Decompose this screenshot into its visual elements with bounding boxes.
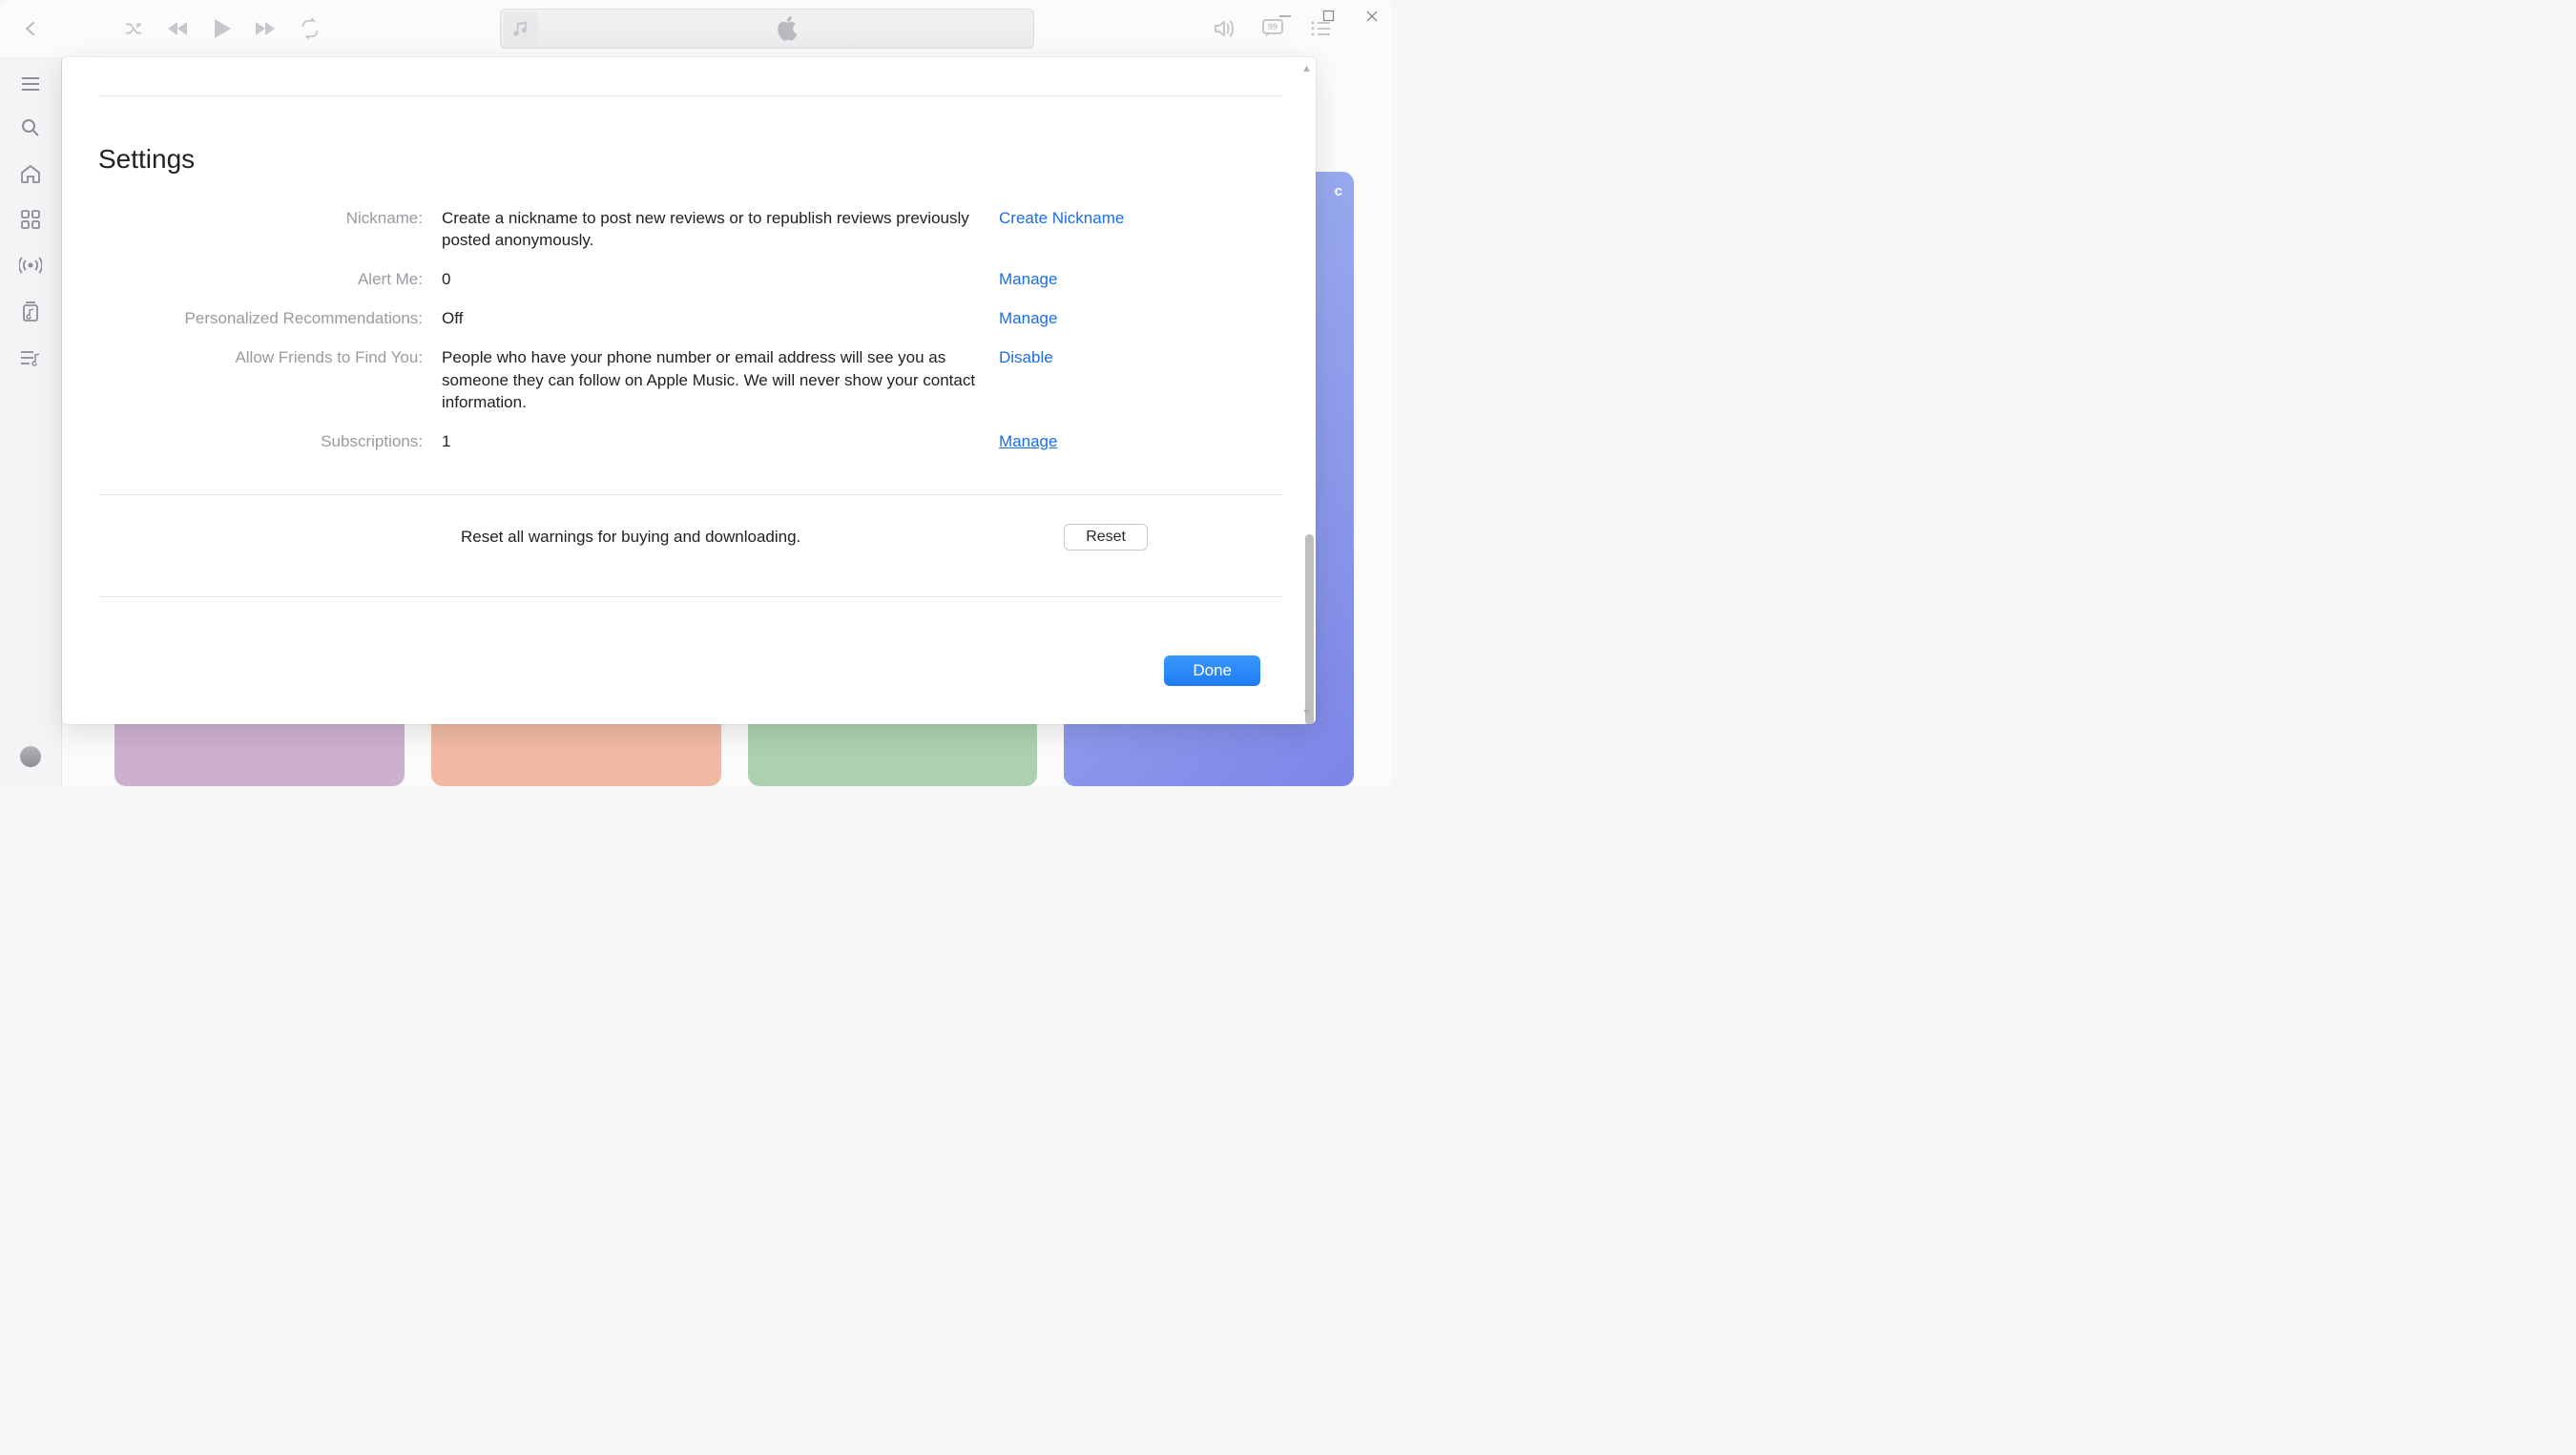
- create-nickname-link[interactable]: Create Nickname: [999, 209, 1124, 227]
- settings-heading: Settings: [98, 144, 1281, 175]
- player-bar: 99: [0, 0, 1392, 57]
- now-playing-bar[interactable]: [500, 9, 1034, 49]
- sidebar-rail: [0, 57, 62, 786]
- scrollbar-thumb[interactable]: [1305, 534, 1314, 724]
- playback-controls: [124, 17, 321, 40]
- row-nickname: Nickname: Create a nickname to post new …: [98, 203, 1281, 264]
- value-subscriptions: 1: [442, 430, 976, 452]
- minimize-icon[interactable]: [1278, 10, 1292, 23]
- apple-logo-icon: [778, 16, 799, 41]
- maximize-icon[interactable]: [1322, 10, 1335, 23]
- svg-text:99: 99: [1268, 22, 1278, 31]
- settings-sheet: ▲ ▼ Settings Nickname: Create a nickname…: [62, 57, 1316, 724]
- window-controls: [1278, 10, 1379, 23]
- divider: [98, 494, 1281, 495]
- app-window: 99 c ▲ ▼ Settings Nickname: Cre: [0, 0, 1392, 786]
- reset-warnings-text: Reset all warnings for buying and downlo…: [461, 528, 800, 547]
- radio-icon[interactable]: [19, 256, 42, 275]
- label-subscriptions: Subscriptions:: [98, 430, 442, 452]
- close-icon[interactable]: [1365, 10, 1379, 23]
- value-friends: People who have your phone number or ema…: [442, 346, 976, 412]
- reset-button[interactable]: Reset: [1064, 524, 1148, 551]
- play-icon[interactable]: [212, 17, 233, 40]
- label-recs: Personalized Recommendations:: [98, 307, 442, 329]
- repeat-icon[interactable]: [300, 18, 321, 39]
- library-music-icon[interactable]: [21, 301, 40, 322]
- divider: [98, 596, 1281, 597]
- next-track-icon[interactable]: [254, 19, 279, 38]
- volume-icon[interactable]: [1213, 18, 1236, 39]
- disable-friends-link[interactable]: Disable: [999, 348, 1053, 366]
- menu-icon[interactable]: [21, 76, 40, 92]
- search-icon[interactable]: [21, 118, 40, 137]
- label-nickname: Nickname:: [98, 207, 442, 229]
- scroll-up-arrow[interactable]: ▲: [1301, 63, 1312, 74]
- value-recs: Off: [442, 307, 976, 329]
- playlist-icon[interactable]: [20, 349, 41, 366]
- label-friends: Allow Friends to Find You:: [98, 346, 442, 368]
- browse-grid-icon[interactable]: [21, 210, 40, 229]
- settings-content: Settings Nickname: Create a nickname to …: [62, 57, 1298, 724]
- prev-track-icon[interactable]: [166, 19, 191, 38]
- manage-recs-link[interactable]: Manage: [999, 309, 1057, 327]
- value-alert-me: 0: [442, 268, 976, 290]
- row-subscriptions: Subscriptions: 1 Manage: [98, 426, 1281, 466]
- divider: [98, 95, 1281, 96]
- account-avatar[interactable]: [20, 746, 41, 767]
- row-alert-me: Alert Me: 0 Manage: [98, 264, 1281, 303]
- done-button[interactable]: Done: [1164, 655, 1260, 686]
- value-nickname: Create a nickname to post new reviews or…: [442, 207, 976, 251]
- row-allow-friends: Allow Friends to Find You: People who ha…: [98, 343, 1281, 426]
- tile-badge: c: [1335, 183, 1342, 199]
- manage-alerts-link[interactable]: Manage: [999, 270, 1057, 288]
- manage-subscriptions-link[interactable]: Manage: [999, 432, 1057, 450]
- album-art-placeholder: [504, 12, 538, 45]
- home-icon[interactable]: [20, 164, 41, 183]
- row-reset-warnings: Reset all warnings for buying and downlo…: [98, 524, 1281, 551]
- row-personalized-recs: Personalized Recommendations: Off Manage: [98, 303, 1281, 343]
- shuffle-icon[interactable]: [124, 18, 145, 39]
- label-alert-me: Alert Me:: [98, 268, 442, 290]
